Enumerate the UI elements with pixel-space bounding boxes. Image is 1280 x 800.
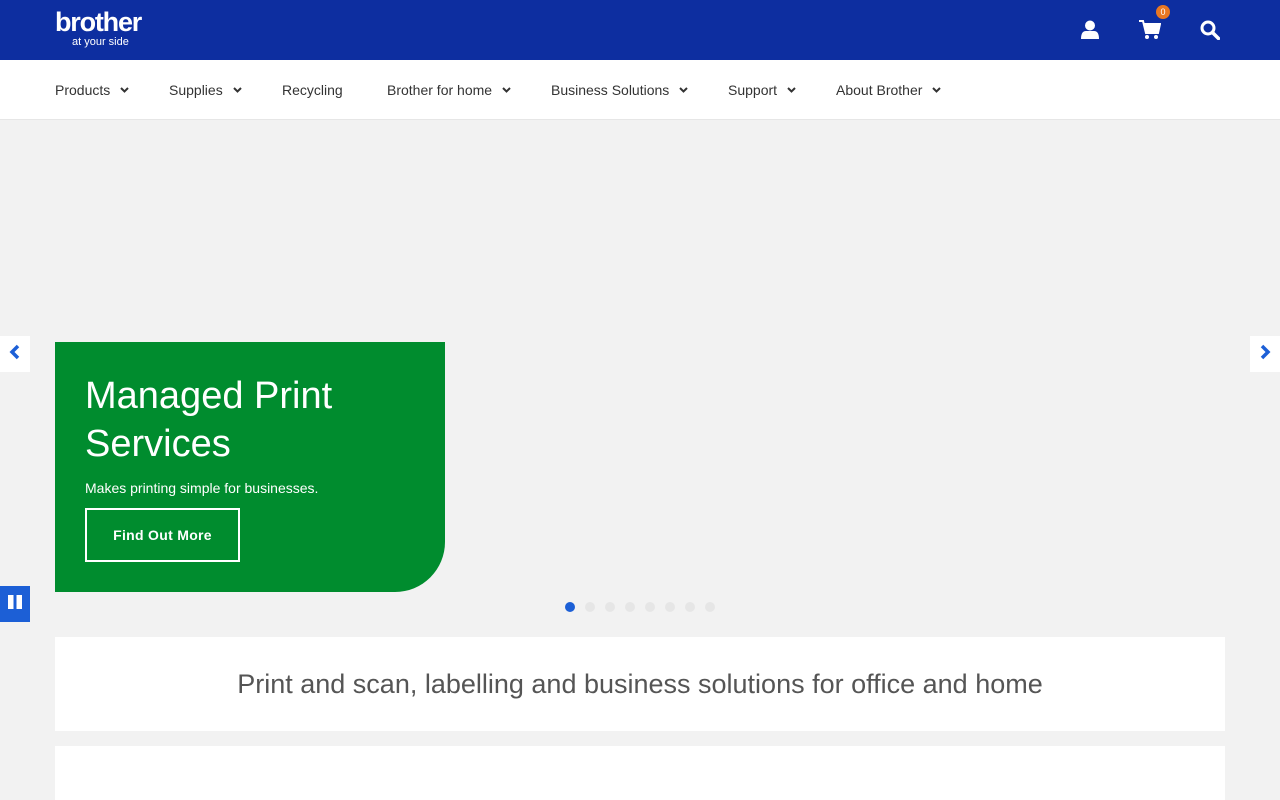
hero-card: Managed Print Services Makes printing si… bbox=[55, 342, 445, 592]
nav-item-business-solutions[interactable]: Business Solutions bbox=[551, 60, 689, 120]
hero-description: Makes printing simple for businesses. bbox=[85, 480, 319, 496]
nav-item-brother-for-home[interactable]: Brother for home bbox=[387, 60, 511, 120]
hero-title: Managed Print Services bbox=[85, 375, 333, 465]
carousel-dot[interactable] bbox=[605, 602, 615, 612]
carousel-dot[interactable] bbox=[665, 602, 675, 612]
cart-count-badge: 0 bbox=[1156, 5, 1170, 19]
intro-panel: Print and scan, labelling and business s… bbox=[55, 637, 1225, 731]
chevron-right-icon bbox=[1259, 344, 1271, 365]
carousel-prev-button[interactable] bbox=[0, 336, 30, 372]
logo-wordmark: brother bbox=[55, 7, 142, 37]
find-out-more-button[interactable]: Find Out More bbox=[85, 508, 240, 562]
chevron-left-icon bbox=[9, 344, 21, 365]
intro-heading: Print and scan, labelling and business s… bbox=[237, 668, 1043, 699]
nav-item-label: Recycling bbox=[282, 82, 343, 98]
nav-item-recycling[interactable]: Recycling bbox=[282, 60, 343, 120]
nav-item-label: Support bbox=[728, 82, 778, 98]
chevron-down-icon bbox=[502, 87, 511, 93]
nav-item-products[interactable]: Products bbox=[55, 60, 129, 120]
carousel-dot[interactable] bbox=[705, 602, 715, 612]
pause-icon bbox=[8, 594, 22, 614]
search-icon[interactable] bbox=[1196, 16, 1224, 44]
carousel-dot[interactable] bbox=[625, 602, 635, 612]
logo-tagline: at your side bbox=[72, 36, 129, 48]
carousel-dot[interactable] bbox=[585, 602, 595, 612]
nav-item-about-brother[interactable]: About Brother bbox=[836, 60, 942, 120]
nav-item-label: Supplies bbox=[169, 82, 223, 98]
carousel-pause-button[interactable] bbox=[0, 586, 30, 622]
nav-item-label: Brother for home bbox=[387, 82, 493, 98]
carousel-next-button[interactable] bbox=[1250, 336, 1280, 372]
user-icon[interactable] bbox=[1076, 16, 1104, 44]
nav-item-support[interactable]: Support bbox=[728, 60, 796, 120]
nav-item-supplies[interactable]: Supplies bbox=[169, 60, 242, 120]
chevron-down-icon bbox=[932, 87, 942, 93]
content-panel bbox=[55, 746, 1225, 800]
nav-item-label: About Brother bbox=[836, 82, 923, 98]
chevron-down-icon bbox=[679, 87, 689, 93]
carousel-dot[interactable] bbox=[685, 602, 695, 612]
main-nav: Products Supplies Recycling Brother for … bbox=[0, 60, 1280, 120]
chevron-down-icon bbox=[787, 87, 796, 93]
carousel-dot[interactable] bbox=[645, 602, 655, 612]
cart-icon[interactable] bbox=[1136, 16, 1164, 44]
top-header: brother at your side 0 bbox=[0, 0, 1280, 60]
nav-item-label: Products bbox=[55, 82, 111, 98]
brother-logo[interactable]: brother at your side bbox=[55, 7, 165, 51]
nav-item-label: Business Solutions bbox=[551, 82, 670, 98]
chevron-down-icon bbox=[232, 87, 242, 93]
hero-carousel: Managed Print Services Makes printing si… bbox=[0, 120, 1280, 622]
chevron-down-icon bbox=[120, 87, 129, 93]
carousel-dot[interactable] bbox=[565, 602, 575, 612]
